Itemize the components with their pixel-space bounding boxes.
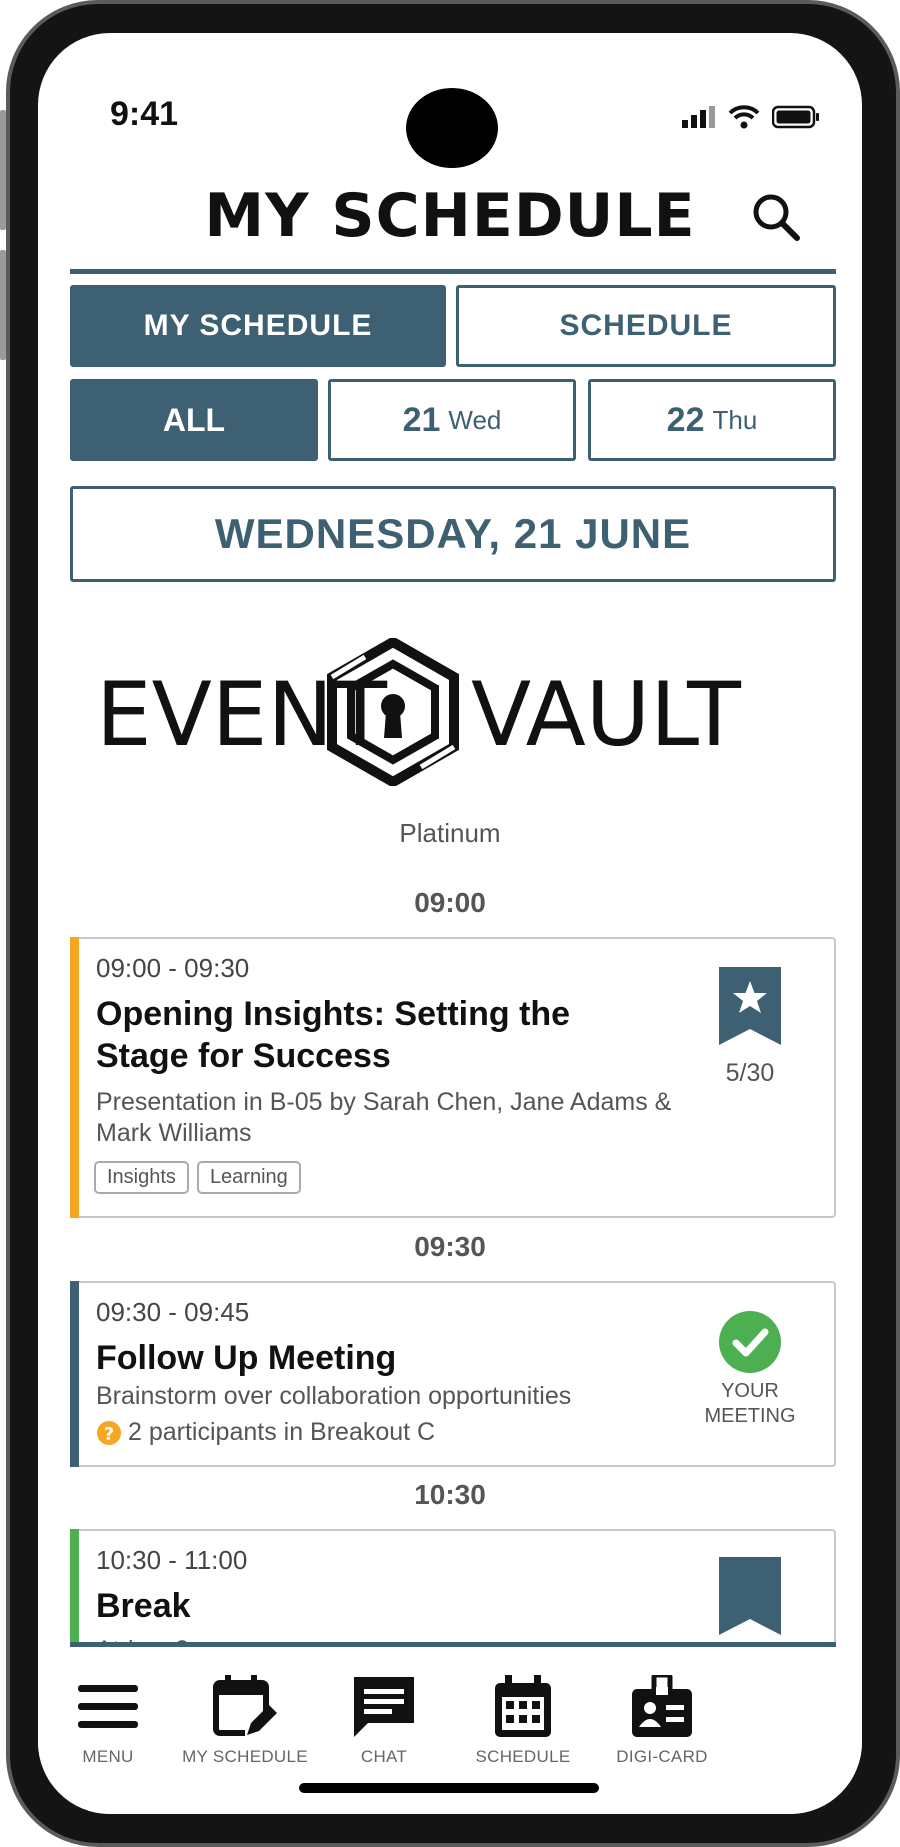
nav-label: CHAT — [360, 1747, 408, 1766]
screen: 9:41 MY SCHEDULE MY SCHEDULE SCHEDULE AL… — [38, 33, 862, 1814]
nav-chat[interactable]: CHAT — [314, 1675, 454, 1767]
nav-schedule[interactable]: SCHEDULE — [453, 1675, 593, 1767]
side-button — [0, 250, 6, 360]
nav-label: SCHEDULE — [475, 1747, 571, 1766]
filter-all[interactable]: ALL — [70, 379, 318, 461]
tag[interactable]: Insights — [94, 1161, 189, 1194]
session-title-line: Opening Insights: Setting the — [96, 995, 571, 1033]
nav-digi-card[interactable]: DIGI-CARD — [592, 1675, 732, 1767]
attendee-count: 5/30 — [725, 1059, 775, 1087]
search-button[interactable] — [750, 191, 802, 243]
status-time: 9:41 — [110, 95, 179, 133]
session-title: Break — [96, 1587, 191, 1625]
home-indicator[interactable] — [299, 1783, 599, 1793]
filter-day-21[interactable]: 21 Wed — [328, 379, 576, 461]
session-description: Presentation in B-05 by Sarah Chen, Jane… — [96, 1087, 696, 1149]
tag[interactable]: Learning — [196, 1161, 301, 1194]
search-icon — [753, 194, 800, 241]
participants-info: ? 2 participants in Breakout C — [96, 1417, 696, 1448]
day-name: Wed — [448, 404, 502, 435]
time-slot-header: 10:30 — [414, 1479, 486, 1510]
status-icons — [682, 105, 820, 129]
session-description: Brainstorm over collaboration opportunit… — [96, 1382, 572, 1410]
logo-text-right: VAULT — [471, 663, 742, 766]
nav-label: MENU — [82, 1747, 134, 1766]
nav-my-schedule[interactable]: MY SCHEDULE — [175, 1675, 315, 1767]
page-title: MY SCHEDULE — [204, 181, 696, 251]
tab-my-schedule[interactable]: MY SCHEDULE — [70, 285, 446, 367]
header-divider — [70, 269, 836, 274]
sponsor-tier: Platinum — [399, 818, 501, 848]
camera-notch — [406, 88, 498, 168]
svg-text:?: ? — [104, 1424, 114, 1445]
wifi-icon — [728, 105, 760, 129]
day-name: Thu — [712, 404, 758, 435]
session-color-bar — [70, 937, 79, 1218]
session-time: 09:00 - 09:30 — [96, 953, 250, 983]
session-title: Opening Insights: Setting the Stage for … — [96, 993, 676, 1077]
session-title: Follow Up Meeting — [96, 1339, 397, 1377]
nav-label: DIGI-CARD — [616, 1747, 708, 1766]
session-card[interactable]: 09:00 - 09:30 Opening Insights: Setting … — [70, 937, 836, 1218]
bookmark-button[interactable]: 5/30 — [712, 967, 788, 1088]
id-card-icon — [632, 1675, 692, 1737]
session-card[interactable]: 09:30 - 09:45 Follow Up Meeting Brainsto… — [70, 1281, 836, 1467]
bookmark-button[interactable] — [712, 1557, 788, 1635]
sponsor-logo[interactable]: EVENT VAULT — [96, 636, 808, 788]
side-button — [0, 110, 6, 230]
star-bookmark-icon — [719, 967, 781, 1045]
chat-icon — [354, 1677, 414, 1737]
day-number: 21 — [402, 400, 441, 439]
nav-divider — [70, 1642, 836, 1647]
participants-text: 2 participants in Breakout C — [128, 1418, 436, 1446]
time-slot-header: 09:30 — [414, 1231, 486, 1262]
tag-list: Insights Learning — [94, 1161, 309, 1194]
cellular-signal-icon — [682, 106, 715, 128]
day-number: 22 — [666, 400, 705, 439]
time-slot-header: 09:00 — [414, 887, 486, 918]
session-time: 09:30 - 09:45 — [96, 1297, 250, 1327]
your-meeting-label: YOUR MEETING — [700, 1379, 800, 1429]
menu-icon — [78, 1685, 138, 1728]
filter-day-22[interactable]: 22 Thu — [588, 379, 836, 461]
your-meeting-label-line: MEETING — [704, 1405, 796, 1427]
calendar-icon — [495, 1675, 551, 1737]
session-description-line: Presentation in B-05 by Sarah Chen, Jane… — [96, 1088, 672, 1116]
bookmark-icon — [719, 1557, 781, 1635]
session-title-line: Stage for Success — [96, 1037, 391, 1075]
session-color-bar — [70, 1281, 79, 1467]
question-circle-icon: ? — [97, 1420, 121, 1445]
nav-label: MY SCHEDULE — [182, 1747, 308, 1766]
meeting-status: YOUR MEETING — [700, 1311, 800, 1429]
battery-icon — [772, 105, 819, 129]
session-time: 10:30 - 11:00 — [96, 1545, 248, 1575]
calendar-edit-icon — [213, 1675, 277, 1737]
nav-menu[interactable]: MENU — [38, 1675, 178, 1767]
date-header: WEDNESDAY, 21 JUNE — [70, 486, 836, 582]
session-description-line: Mark Williams — [96, 1119, 252, 1147]
check-circle-icon — [719, 1311, 781, 1373]
your-meeting-label-line: YOUR — [721, 1380, 779, 1402]
vault-lock-icon — [327, 636, 459, 788]
tab-schedule[interactable]: SCHEDULE — [456, 285, 836, 367]
